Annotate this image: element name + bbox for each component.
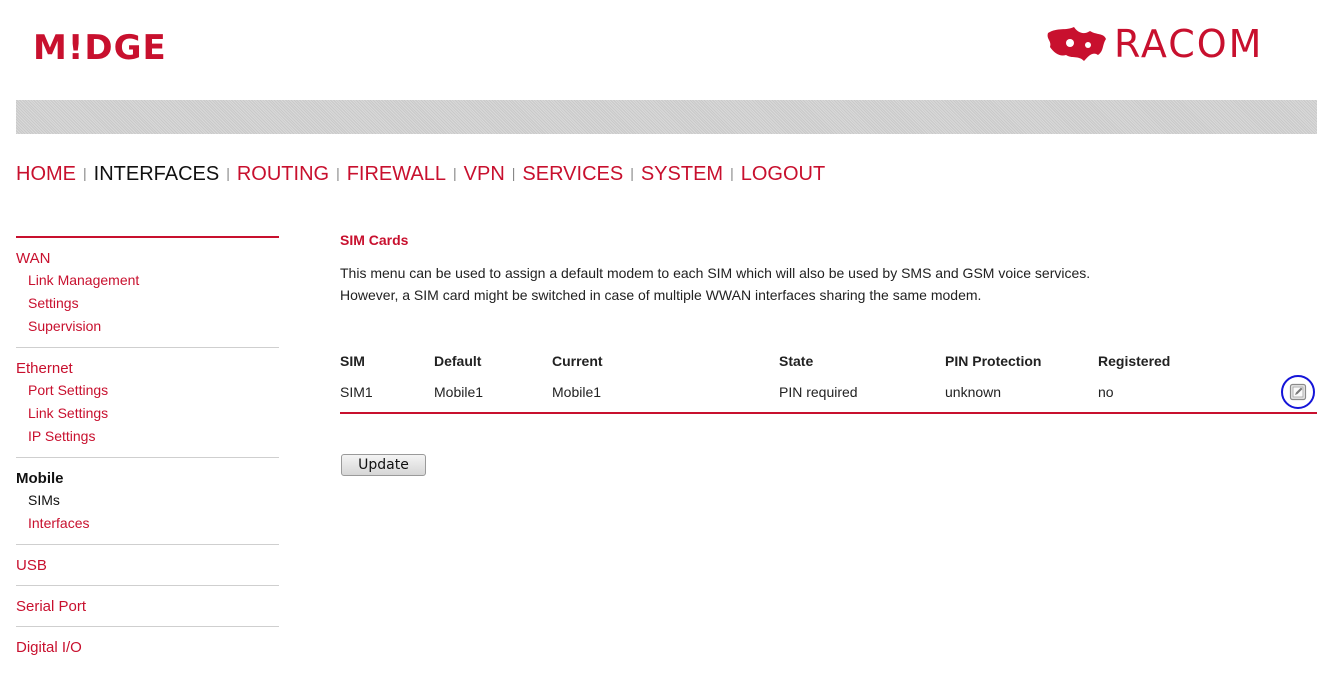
nav-separator: | bbox=[83, 165, 87, 181]
nav-separator: | bbox=[453, 165, 457, 181]
update-button[interactable]: Update bbox=[341, 454, 426, 476]
sidebar-item-usb[interactable]: USB bbox=[16, 556, 279, 576]
sidebar-item-digital-io[interactable]: Digital I/O bbox=[16, 638, 279, 658]
table-header-row: SIM Default Current State PIN Protection… bbox=[340, 350, 1317, 372]
cell-actions bbox=[1268, 372, 1317, 414]
nav-separator: | bbox=[336, 165, 340, 181]
racom-logo: RACOM bbox=[1044, 22, 1263, 66]
sidebar-group-usb: USB bbox=[16, 545, 279, 586]
table-row: SIM1 Mobile1 Mobile1 PIN required unknow… bbox=[340, 372, 1317, 414]
column-header-default: Default bbox=[434, 353, 482, 369]
sidebar-item-interfaces[interactable]: Interfaces bbox=[16, 512, 279, 535]
column-header-pin-protection: PIN Protection bbox=[945, 353, 1042, 369]
page-title: SIM Cards bbox=[340, 232, 409, 248]
nav-logout[interactable]: LOGOUT bbox=[741, 163, 825, 185]
sidebar-group-digital-io: Digital I/O bbox=[16, 627, 279, 667]
cell-state: PIN required bbox=[779, 372, 945, 414]
column-header-actions bbox=[1268, 350, 1317, 372]
column-header-current: Current bbox=[552, 353, 603, 369]
sidebar-item-wan[interactable]: WAN bbox=[16, 249, 279, 269]
cell-pin-protection: unknown bbox=[945, 372, 1098, 414]
main-content: SIM Cards This menu can be used to assig… bbox=[340, 232, 1317, 414]
column-header-registered: Registered bbox=[1098, 353, 1171, 369]
column-header-state: State bbox=[779, 353, 814, 369]
nav-separator: | bbox=[226, 165, 230, 181]
cell-default: Mobile1 bbox=[434, 372, 552, 414]
description-line: This menu can be used to assign a defaul… bbox=[340, 265, 1091, 281]
nav-firewall[interactable]: FIREWALL bbox=[347, 163, 446, 185]
cell-sim: SIM1 bbox=[340, 372, 434, 414]
nav-system[interactable]: SYSTEM bbox=[641, 163, 723, 185]
sidebar-item-ethernet[interactable]: Ethernet bbox=[16, 359, 279, 379]
sidebar-group-serial-port: Serial Port bbox=[16, 586, 279, 627]
page-description: This menu can be used to assign a defaul… bbox=[340, 262, 1317, 306]
nav-interfaces[interactable]: INTERFACES bbox=[94, 163, 220, 185]
cell-current: Mobile1 bbox=[552, 372, 779, 414]
sidebar-item-port-settings[interactable]: Port Settings bbox=[16, 379, 279, 402]
nav-routing[interactable]: ROUTING bbox=[237, 163, 329, 185]
midge-logo: M!DGE bbox=[33, 28, 167, 68]
nav-separator: | bbox=[730, 165, 734, 181]
sidebar-group-mobile: Mobile SIMs Interfaces bbox=[16, 458, 279, 545]
sidebar: WAN Link Management Settings Supervision… bbox=[16, 236, 279, 667]
description-line: However, a SIM card might be switched in… bbox=[340, 287, 982, 303]
sim-table: SIM Default Current State PIN Protection… bbox=[340, 350, 1317, 414]
sidebar-item-link-management[interactable]: Link Management bbox=[16, 269, 279, 292]
sidebar-group-wan: WAN Link Management Settings Supervision bbox=[16, 238, 279, 348]
sidebar-item-supervision[interactable]: Supervision bbox=[16, 315, 279, 338]
sidebar-item-mobile[interactable]: Mobile bbox=[16, 469, 279, 489]
nav-services[interactable]: SERVICES bbox=[522, 163, 623, 185]
sidebar-group-ethernet: Ethernet Port Settings Link Settings IP … bbox=[16, 348, 279, 458]
sidebar-item-settings[interactable]: Settings bbox=[16, 292, 279, 315]
header-stripe bbox=[16, 100, 1317, 134]
nav-vpn[interactable]: VPN bbox=[464, 163, 505, 185]
cell-registered: no bbox=[1098, 372, 1268, 414]
nav-separator: | bbox=[511, 165, 516, 181]
nav-separator: | bbox=[630, 165, 634, 181]
sidebar-item-link-settings[interactable]: Link Settings bbox=[16, 402, 279, 425]
top-nav: HOME | INTERFACES | ROUTING | FIREWALL | VPN | SER… bbox=[16, 163, 825, 186]
racom-brand-text: RACOM bbox=[1114, 22, 1264, 66]
nav-home[interactable]: HOME bbox=[16, 163, 76, 185]
column-header-sim: SIM bbox=[340, 353, 365, 369]
sidebar-item-sims[interactable]: SIMs bbox=[16, 489, 279, 512]
sidebar-item-ip-settings[interactable]: IP Settings bbox=[16, 425, 279, 448]
edit-button[interactable] bbox=[1281, 375, 1315, 409]
edit-icon[interactable] bbox=[1289, 383, 1307, 401]
racom-mark-icon bbox=[1047, 27, 1106, 61]
sidebar-item-serial-port[interactable]: Serial Port bbox=[16, 597, 279, 617]
